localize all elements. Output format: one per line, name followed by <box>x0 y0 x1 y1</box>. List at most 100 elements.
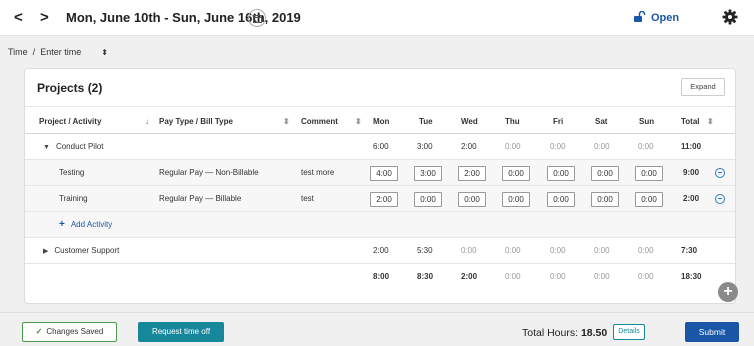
submit-button[interactable]: Submit <box>685 322 739 342</box>
total-hours: Total Hours: 18.50 <box>522 327 607 339</box>
col-header-pay[interactable]: Pay Type / Bill Type <box>159 113 233 131</box>
col-header-sun: Sun <box>639 117 655 126</box>
comment[interactable]: test more <box>301 160 334 186</box>
remove-circle-icon[interactable] <box>715 194 725 204</box>
hours-wed: 0:00 <box>461 246 477 255</box>
hours-input-tue[interactable]: 3:00 <box>414 166 442 181</box>
filter-separator: / <box>32 47 36 57</box>
col-header-project[interactable]: Project / Activity <box>39 113 101 131</box>
hours-sat: 0:00 <box>594 142 610 151</box>
project-name[interactable]: ▼ Conduct Pilot <box>43 134 104 160</box>
filter-value: Enter time <box>40 47 82 57</box>
col-header-total[interactable]: Total <box>681 113 700 131</box>
hours-thu: 0:00 <box>505 142 521 151</box>
expand-button[interactable]: Expand <box>681 78 725 96</box>
total-sat: 0:00 <box>594 272 610 281</box>
total-hours-label: Total Hours: <box>522 327 579 339</box>
add-floating-button[interactable]: + <box>718 282 738 302</box>
projects-title: Projects (2) <box>37 81 103 95</box>
total-thu: 0:00 <box>505 272 521 281</box>
total-sun: 0:00 <box>638 272 654 281</box>
plus-icon: + <box>723 283 733 300</box>
expand-triangle-icon[interactable]: ▶ <box>43 239 48 265</box>
totals-row: 8:00 8:30 2:00 0:00 0:00 0:00 0:00 18:30 <box>25 264 735 290</box>
prev-week-button[interactable]: < <box>14 9 23 27</box>
col-header-thu: Thu <box>505 117 520 126</box>
hours-fri: 0:00 <box>550 142 566 151</box>
hours-input-wed[interactable]: 2:00 <box>458 166 486 181</box>
hours-sun: 0:00 <box>638 246 654 255</box>
check-icon: ✓ <box>35 327 43 336</box>
hours-sun: 0:00 <box>638 142 654 151</box>
activity-name: Testing <box>59 168 85 177</box>
next-week-button[interactable]: > <box>40 9 49 27</box>
hours-input-thu[interactable]: 0:00 <box>502 166 530 181</box>
top-bar: < > Mon, June 10th - Sun, June 16th, 201… <box>0 0 754 36</box>
col-header-fri: Fri <box>553 117 564 126</box>
hours-input-thu[interactable]: 0:00 <box>502 192 530 207</box>
sort-arrow-icon[interactable]: ↓ <box>145 113 149 131</box>
plus-icon: + <box>59 219 65 230</box>
hours-input-wed[interactable]: 0:00 <box>458 192 486 207</box>
add-activity-row: + Add Activity <box>25 212 735 238</box>
sort-caret-icon[interactable]: ⬍ <box>283 113 290 131</box>
bottom-bar: ✓ Changes Saved Request time off Total Ho… <box>0 312 754 346</box>
sort-caret-icon[interactable]: ⬍ <box>707 113 714 131</box>
calendar-icon <box>253 14 262 23</box>
calendar-button[interactable] <box>248 9 266 27</box>
hours-input-mon[interactable]: 2:00 <box>370 192 398 207</box>
hours-input-fri[interactable]: 0:00 <box>547 192 575 207</box>
hours-input-mon[interactable]: 4:00 <box>370 166 398 181</box>
hours-wed: 2:00 <box>461 142 477 151</box>
status-open[interactable]: Open <box>634 11 679 24</box>
status-label: Open <box>651 12 680 24</box>
projects-card: Projects (2) Expand Project / Activity ↓… <box>24 68 736 304</box>
activity-row-training: Training Regular Pay — Billable test 2:0… <box>25 186 735 212</box>
total-hours-value: 18.50 <box>580 327 608 339</box>
add-activity-button[interactable]: + Add Activity <box>59 212 112 238</box>
activity-row-testing: Testing Regular Pay — Non-Billable test … <box>25 160 735 186</box>
hours-fri: 0:00 <box>550 246 566 255</box>
hours-tue: 5:30 <box>417 246 433 255</box>
pay-type[interactable]: Regular Pay — Non-Billable <box>159 160 259 186</box>
total-fri: 0:00 <box>550 272 566 281</box>
project-row-customer-support: ▶ Customer Support 2:00 5:30 0:00 0:00 0:… <box>25 238 735 264</box>
grand-total: 18:30 <box>681 272 702 281</box>
row-total: 9:00 <box>683 168 700 177</box>
col-header-comment[interactable]: Comment <box>301 113 338 131</box>
total-wed: 2:00 <box>461 272 478 281</box>
hours-mon: 2:00 <box>373 246 389 255</box>
col-header-tue: Tue <box>419 117 433 126</box>
project-name[interactable]: ▶ Customer Support <box>43 238 119 264</box>
unlock-icon <box>634 11 646 22</box>
comment[interactable]: test <box>301 186 314 212</box>
time-filter[interactable]: Time / Enter time ⬍ <box>8 47 108 57</box>
total-mon: 8:00 <box>373 272 390 281</box>
details-button[interactable]: Details <box>613 324 645 340</box>
col-header-sat: Sat <box>595 117 608 126</box>
col-header-wed: Wed <box>461 117 478 126</box>
sort-caret-icon[interactable]: ⬍ <box>355 113 362 131</box>
project-row-conduct-pilot: ▼ Conduct Pilot 6:00 3:00 2:00 0:00 0:00 … <box>25 134 735 160</box>
remove-circle-icon[interactable] <box>715 168 725 178</box>
row-total: 7:30 <box>681 246 698 255</box>
collapse-triangle-icon[interactable]: ▼ <box>43 135 50 161</box>
filter-label: Time <box>8 47 28 57</box>
hours-mon: 6:00 <box>373 142 389 151</box>
hours-input-sat[interactable]: 0:00 <box>591 166 619 181</box>
total-tue: 8:30 <box>417 272 434 281</box>
changes-saved-button[interactable]: ✓ Changes Saved <box>22 322 117 342</box>
hours-input-tue[interactable]: 0:00 <box>414 192 442 207</box>
pay-type[interactable]: Regular Pay — Billable <box>159 186 241 212</box>
hours-input-sun[interactable]: 0:00 <box>635 192 663 207</box>
row-total: 2:00 <box>683 194 700 203</box>
request-time-off-button[interactable]: Request time off <box>138 322 224 342</box>
hours-input-fri[interactable]: 0:00 <box>547 166 575 181</box>
hours-input-sun[interactable]: 0:00 <box>635 166 663 181</box>
hours-input-sat[interactable]: 0:00 <box>591 192 619 207</box>
activity-name: Training <box>59 194 88 203</box>
gear-icon[interactable] <box>722 9 738 25</box>
row-total: 11:00 <box>681 142 702 151</box>
divider <box>25 106 735 107</box>
hours-tue: 3:00 <box>417 142 433 151</box>
